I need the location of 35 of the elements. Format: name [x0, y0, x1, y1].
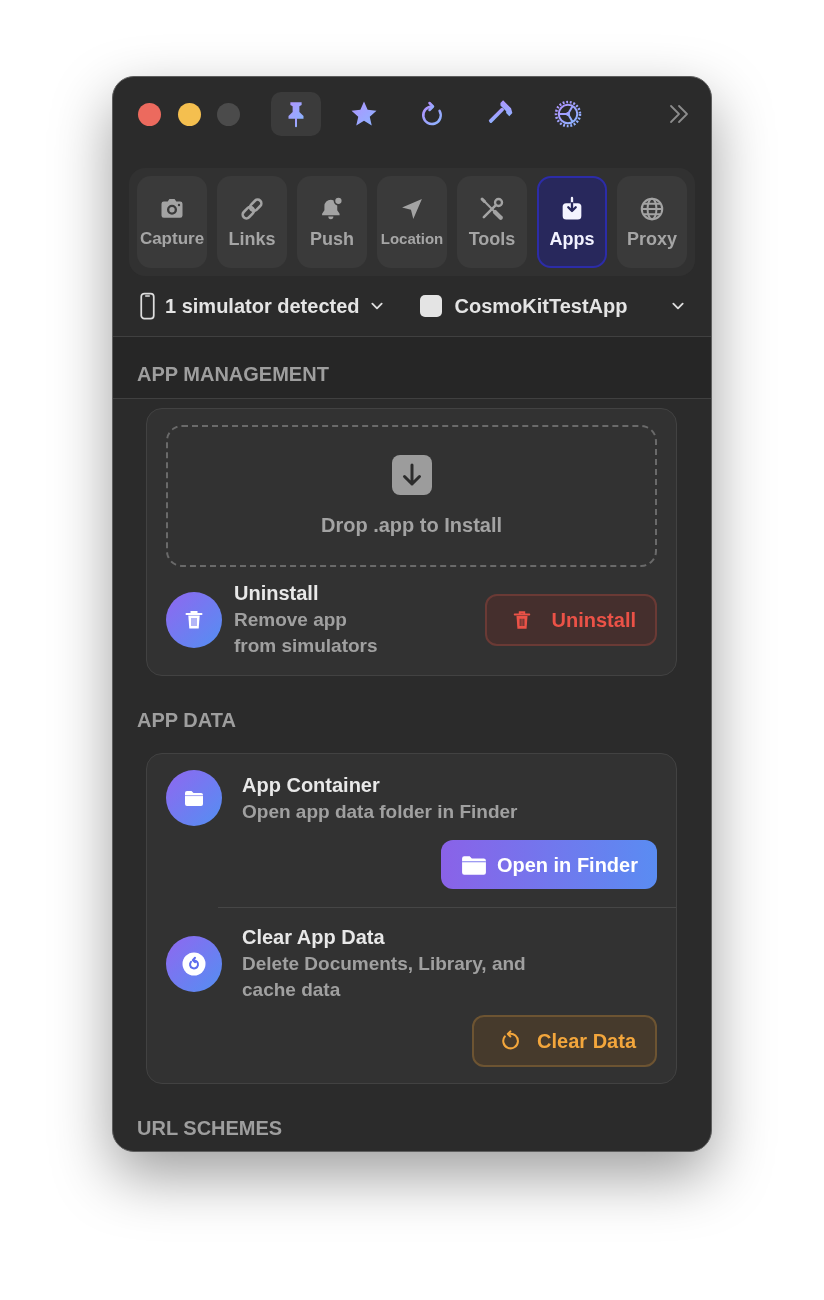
reset-icon [166, 935, 222, 992]
tab[interactable]: Location [377, 176, 447, 268]
row-description: Open app data folder in Finder [242, 799, 518, 824]
folder-icon [166, 770, 222, 826]
folder-icon [460, 853, 487, 876]
tab[interactable]: Apps [537, 176, 607, 268]
section-header: APP MANAGEMENT [137, 362, 329, 385]
gear-icon [553, 99, 583, 129]
row-title: Uninstall [234, 581, 320, 606]
tab[interactable]: Proxy [617, 176, 687, 268]
tab[interactable]: Capture [137, 176, 207, 268]
tab[interactable]: Push [297, 176, 367, 268]
row-description: Remove app from simulators [234, 608, 379, 658]
minimize-button[interactable] [177, 102, 201, 126]
toolbar-button[interactable] [271, 92, 321, 136]
row-title: App Container [242, 772, 381, 798]
action-button[interactable]: Clear Data [472, 1015, 657, 1067]
drop-zone[interactable]: Drop .app to Install [166, 425, 657, 567]
action-button[interactable]: Uninstall [484, 593, 657, 646]
section-header: URL SCHEMES [137, 1117, 283, 1139]
app-picker[interactable]: CosmoKitTestApp [419, 291, 685, 321]
row-description: Delete Documents, Library, and cache data [242, 952, 527, 1002]
tab[interactable]: Tools [457, 176, 527, 268]
phone-icon [140, 292, 155, 320]
app-icon [419, 295, 442, 317]
close-button[interactable] [138, 102, 161, 126]
section-header: APP DATA [137, 709, 236, 731]
simulator-picker[interactable]: 1 simulator detected [140, 291, 384, 321]
trash-icon [166, 591, 222, 648]
drop-zone-label: Drop .app to Install [320, 513, 503, 537]
action-button[interactable]: Open in Finder [440, 840, 657, 889]
double-chevron-icon[interactable] [667, 102, 691, 126]
tab[interactable]: Links [217, 176, 287, 268]
download-icon [391, 455, 432, 495]
row-title: Clear App Data [242, 925, 386, 950]
